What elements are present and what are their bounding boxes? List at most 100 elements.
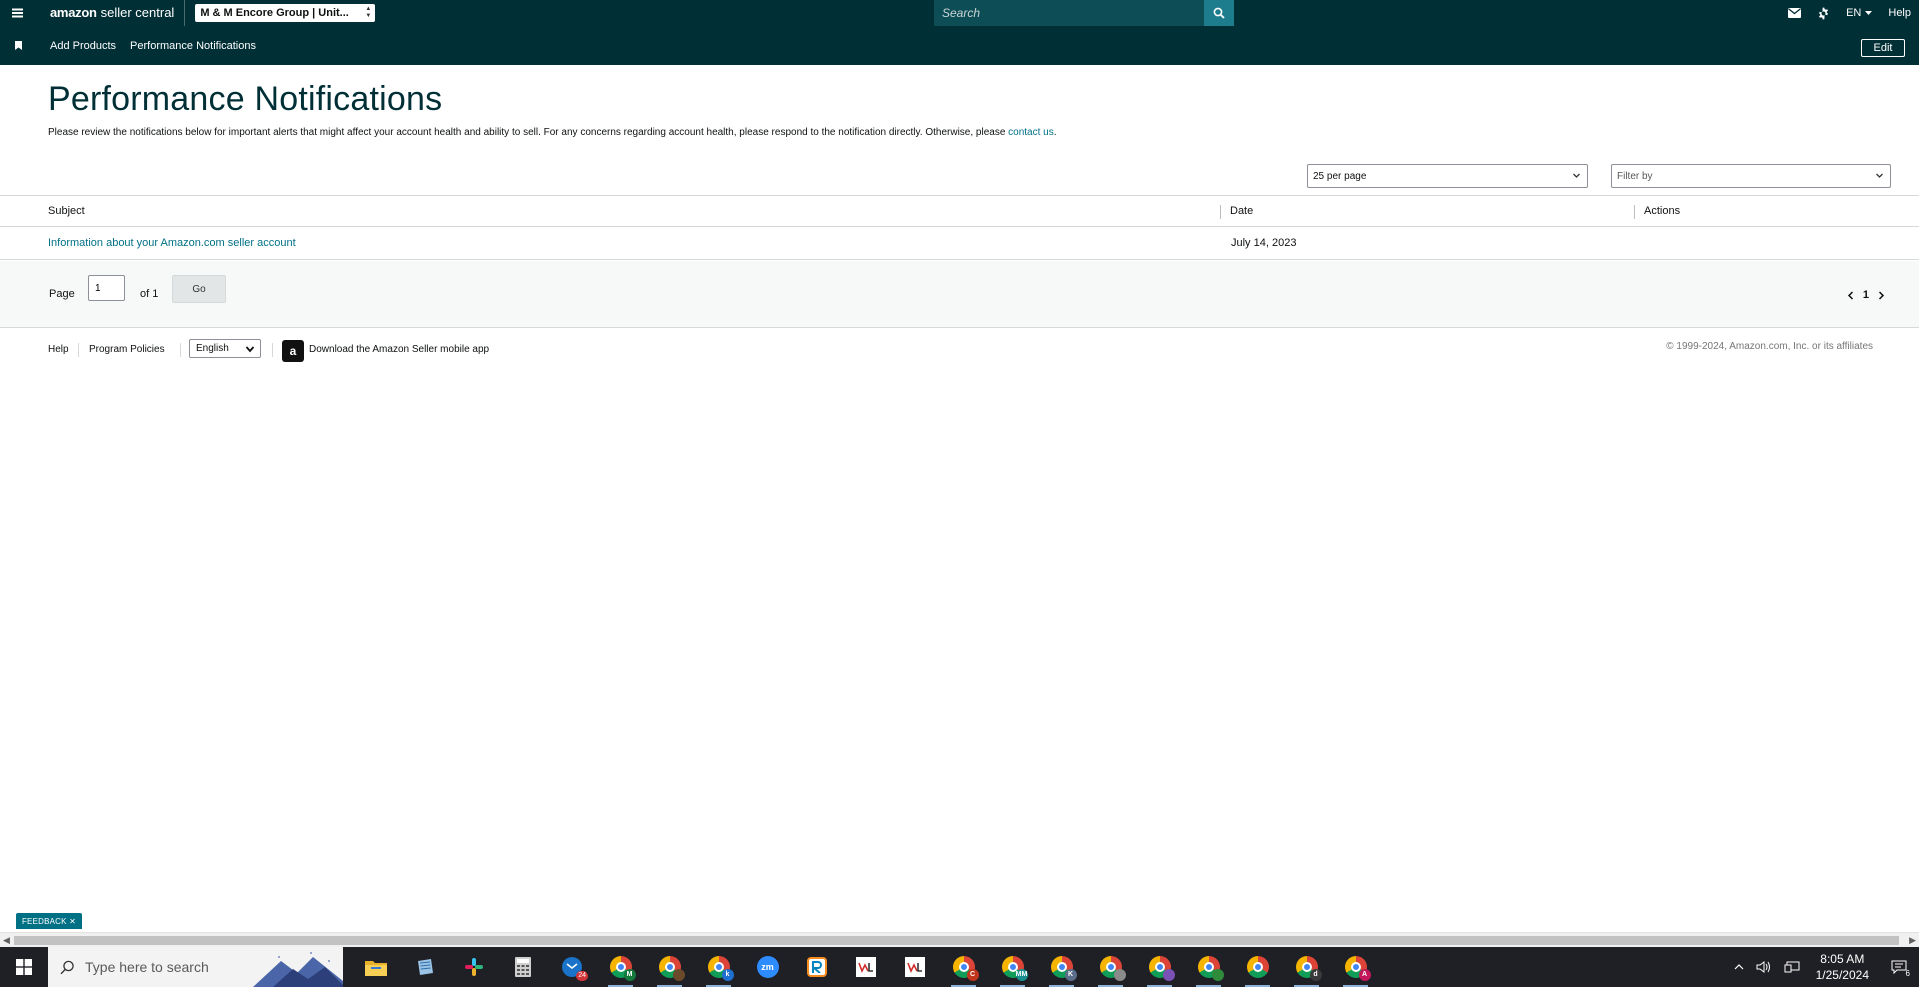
chrome-profile-icon[interactable] <box>645 947 694 987</box>
taskbar-apps: 24 M k zm C MM K d A <box>351 947 1380 987</box>
header-subject[interactable]: Subject <box>48 196 85 226</box>
help-link[interactable]: Help <box>1880 0 1919 26</box>
chevron-down-icon <box>1573 173 1580 178</box>
mail-icon <box>1788 8 1802 18</box>
taskbar-clock[interactable]: 8:05 AM 1/25/2024 <box>1806 951 1879 983</box>
zoom-icon[interactable]: zm <box>743 947 792 987</box>
notifications-table: Subject Date Actions Information about y… <box>0 195 1919 260</box>
caret-down-icon <box>1865 11 1873 15</box>
calculator-icon[interactable] <box>498 947 547 987</box>
page-number-input[interactable] <box>88 275 125 301</box>
chrome-profile-icon[interactable]: C <box>939 947 988 987</box>
system-tray: 8:05 AM 1/25/2024 6 <box>1728 947 1919 987</box>
row-subject: Information about your Amazon.com seller… <box>48 227 296 259</box>
bookmark-performance-notifications[interactable]: Performance Notifications <box>130 40 256 52</box>
search-input[interactable] <box>934 0 1204 26</box>
outlook-icon[interactable]: 24 <box>547 947 596 987</box>
table-row: Information about your Amazon.com seller… <box>0 227 1919 260</box>
language-switcher[interactable]: EN <box>1838 0 1880 26</box>
notification-subject-link[interactable]: Information about your Amazon.com seller… <box>48 237 296 249</box>
download-app-link[interactable]: Download the Amazon Seller mobile app <box>309 344 489 355</box>
taskbar-search[interactable]: Type here to search <box>48 947 343 987</box>
search-highlight-illustration-icon <box>253 947 343 987</box>
show-hidden-icons[interactable] <box>1728 964 1750 970</box>
menu-icon[interactable] <box>0 0 34 26</box>
filter-by-select[interactable]: Filter by <box>1611 164 1891 188</box>
pagination-bar: Page of 1 Go 1 <box>0 261 1919 328</box>
page-title: Performance Notifications <box>48 80 443 118</box>
messages-button[interactable] <box>1780 0 1809 26</box>
footer-language-select[interactable]: English <box>189 339 261 358</box>
chrome-profile-icon[interactable]: d <box>1282 947 1331 987</box>
outlook-unread-badge: 24 <box>576 971 588 981</box>
settings-button[interactable] <box>1809 0 1838 26</box>
taskbar: Type here to search 24 M k zm C MM K d A… <box>0 947 1919 987</box>
chrome-profile-icon[interactable] <box>1086 947 1135 987</box>
account-switcher[interactable]: M & M Encore Group | Unit... ▲ ▼ <box>195 4 376 22</box>
bookmark-icon[interactable] <box>0 41 36 50</box>
notepad-icon[interactable] <box>400 947 449 987</box>
chevron-down-icon <box>245 346 255 353</box>
network-icon[interactable] <box>1778 961 1806 973</box>
chrome-profile-icon[interactable]: k <box>694 947 743 987</box>
page-navigator: 1 <box>1847 289 1885 301</box>
footer-divider <box>78 343 79 357</box>
notification-center-icon[interactable]: 6 <box>1879 947 1919 987</box>
logmein-icon[interactable] <box>841 947 890 987</box>
footer-program-policies-link[interactable]: Program Policies <box>89 344 165 355</box>
search-button[interactable] <box>1204 0 1234 26</box>
search-icon <box>1213 7 1225 19</box>
search-icon <box>60 960 74 974</box>
top-nav: amazon seller central M & M Encore Group… <box>0 0 1919 26</box>
chrome-profile-icon[interactable]: A <box>1331 947 1380 987</box>
seller-central-logo[interactable]: amazon seller central <box>34 0 186 26</box>
updown-arrows-icon: ▲ ▼ <box>365 6 372 19</box>
header-date[interactable]: Date <box>1230 196 1253 226</box>
logmein-icon[interactable] <box>890 947 939 987</box>
go-button[interactable]: Go <box>172 275 226 303</box>
chrome-profile-icon[interactable]: K <box>1037 947 1086 987</box>
page-intro: Please review the notifications below fo… <box>48 127 1057 138</box>
current-page[interactable]: 1 <box>1863 289 1869 301</box>
bookmark-bar: Add Products Performance Notifications E… <box>0 26 1919 65</box>
page-label: Page <box>49 288 75 300</box>
footer-divider <box>180 343 181 357</box>
slack-icon[interactable] <box>449 947 498 987</box>
column-divider <box>1634 205 1635 219</box>
per-page-select[interactable]: 25 per page <box>1307 164 1588 188</box>
chrome-profile-icon[interactable]: MM <box>988 947 1037 987</box>
account-name: M & M Encore Group | Unit... <box>200 7 349 19</box>
row-date: July 14, 2023 <box>1231 237 1297 249</box>
chevron-down-icon <box>1876 173 1883 178</box>
seller-app-icon[interactable]: a <box>282 340 304 362</box>
copyright: © 1999-2024, Amazon.com, Inc. or its aff… <box>1666 341 1873 352</box>
feedback-button[interactable]: FEEDBACK ✕ <box>16 913 82 929</box>
footer-divider <box>272 343 273 357</box>
search-bar <box>934 0 1234 26</box>
bookmark-add-products[interactable]: Add Products <box>50 40 116 52</box>
chrome-icon[interactable]: M <box>596 947 645 987</box>
horizontal-scrollbar[interactable]: ◀ ▶ <box>0 932 1919 947</box>
edit-bookmarks-button[interactable]: Edit <box>1861 39 1905 57</box>
file-explorer-icon[interactable] <box>351 947 400 987</box>
column-divider <box>1220 205 1221 219</box>
footer-help-link[interactable]: Help <box>48 344 69 355</box>
chrome-profile-icon[interactable] <box>1135 947 1184 987</box>
header-actions: Actions <box>1644 205 1681 217</box>
ringcentral-icon[interactable] <box>792 947 841 987</box>
gear-icon <box>1819 7 1829 19</box>
next-page-icon[interactable] <box>1878 290 1885 300</box>
scroll-right-icon[interactable]: ▶ <box>1909 935 1916 946</box>
table-header: Subject Date Actions <box>0 195 1919 227</box>
volume-icon[interactable] <box>1750 961 1778 973</box>
nav-right: EN Help <box>1780 0 1919 26</box>
chrome-icon[interactable] <box>1233 947 1282 987</box>
footer: Help Program Policies English a Download… <box>0 338 1919 362</box>
scrollbar-thumb[interactable] <box>14 936 1899 945</box>
page-total: of 1 <box>140 288 159 300</box>
scroll-left-icon[interactable]: ◀ <box>3 935 10 946</box>
previous-page-icon[interactable] <box>1847 290 1854 300</box>
contact-us-link[interactable]: contact us <box>1008 127 1054 138</box>
windows-start-icon[interactable] <box>0 947 48 987</box>
chrome-profile-icon[interactable] <box>1184 947 1233 987</box>
